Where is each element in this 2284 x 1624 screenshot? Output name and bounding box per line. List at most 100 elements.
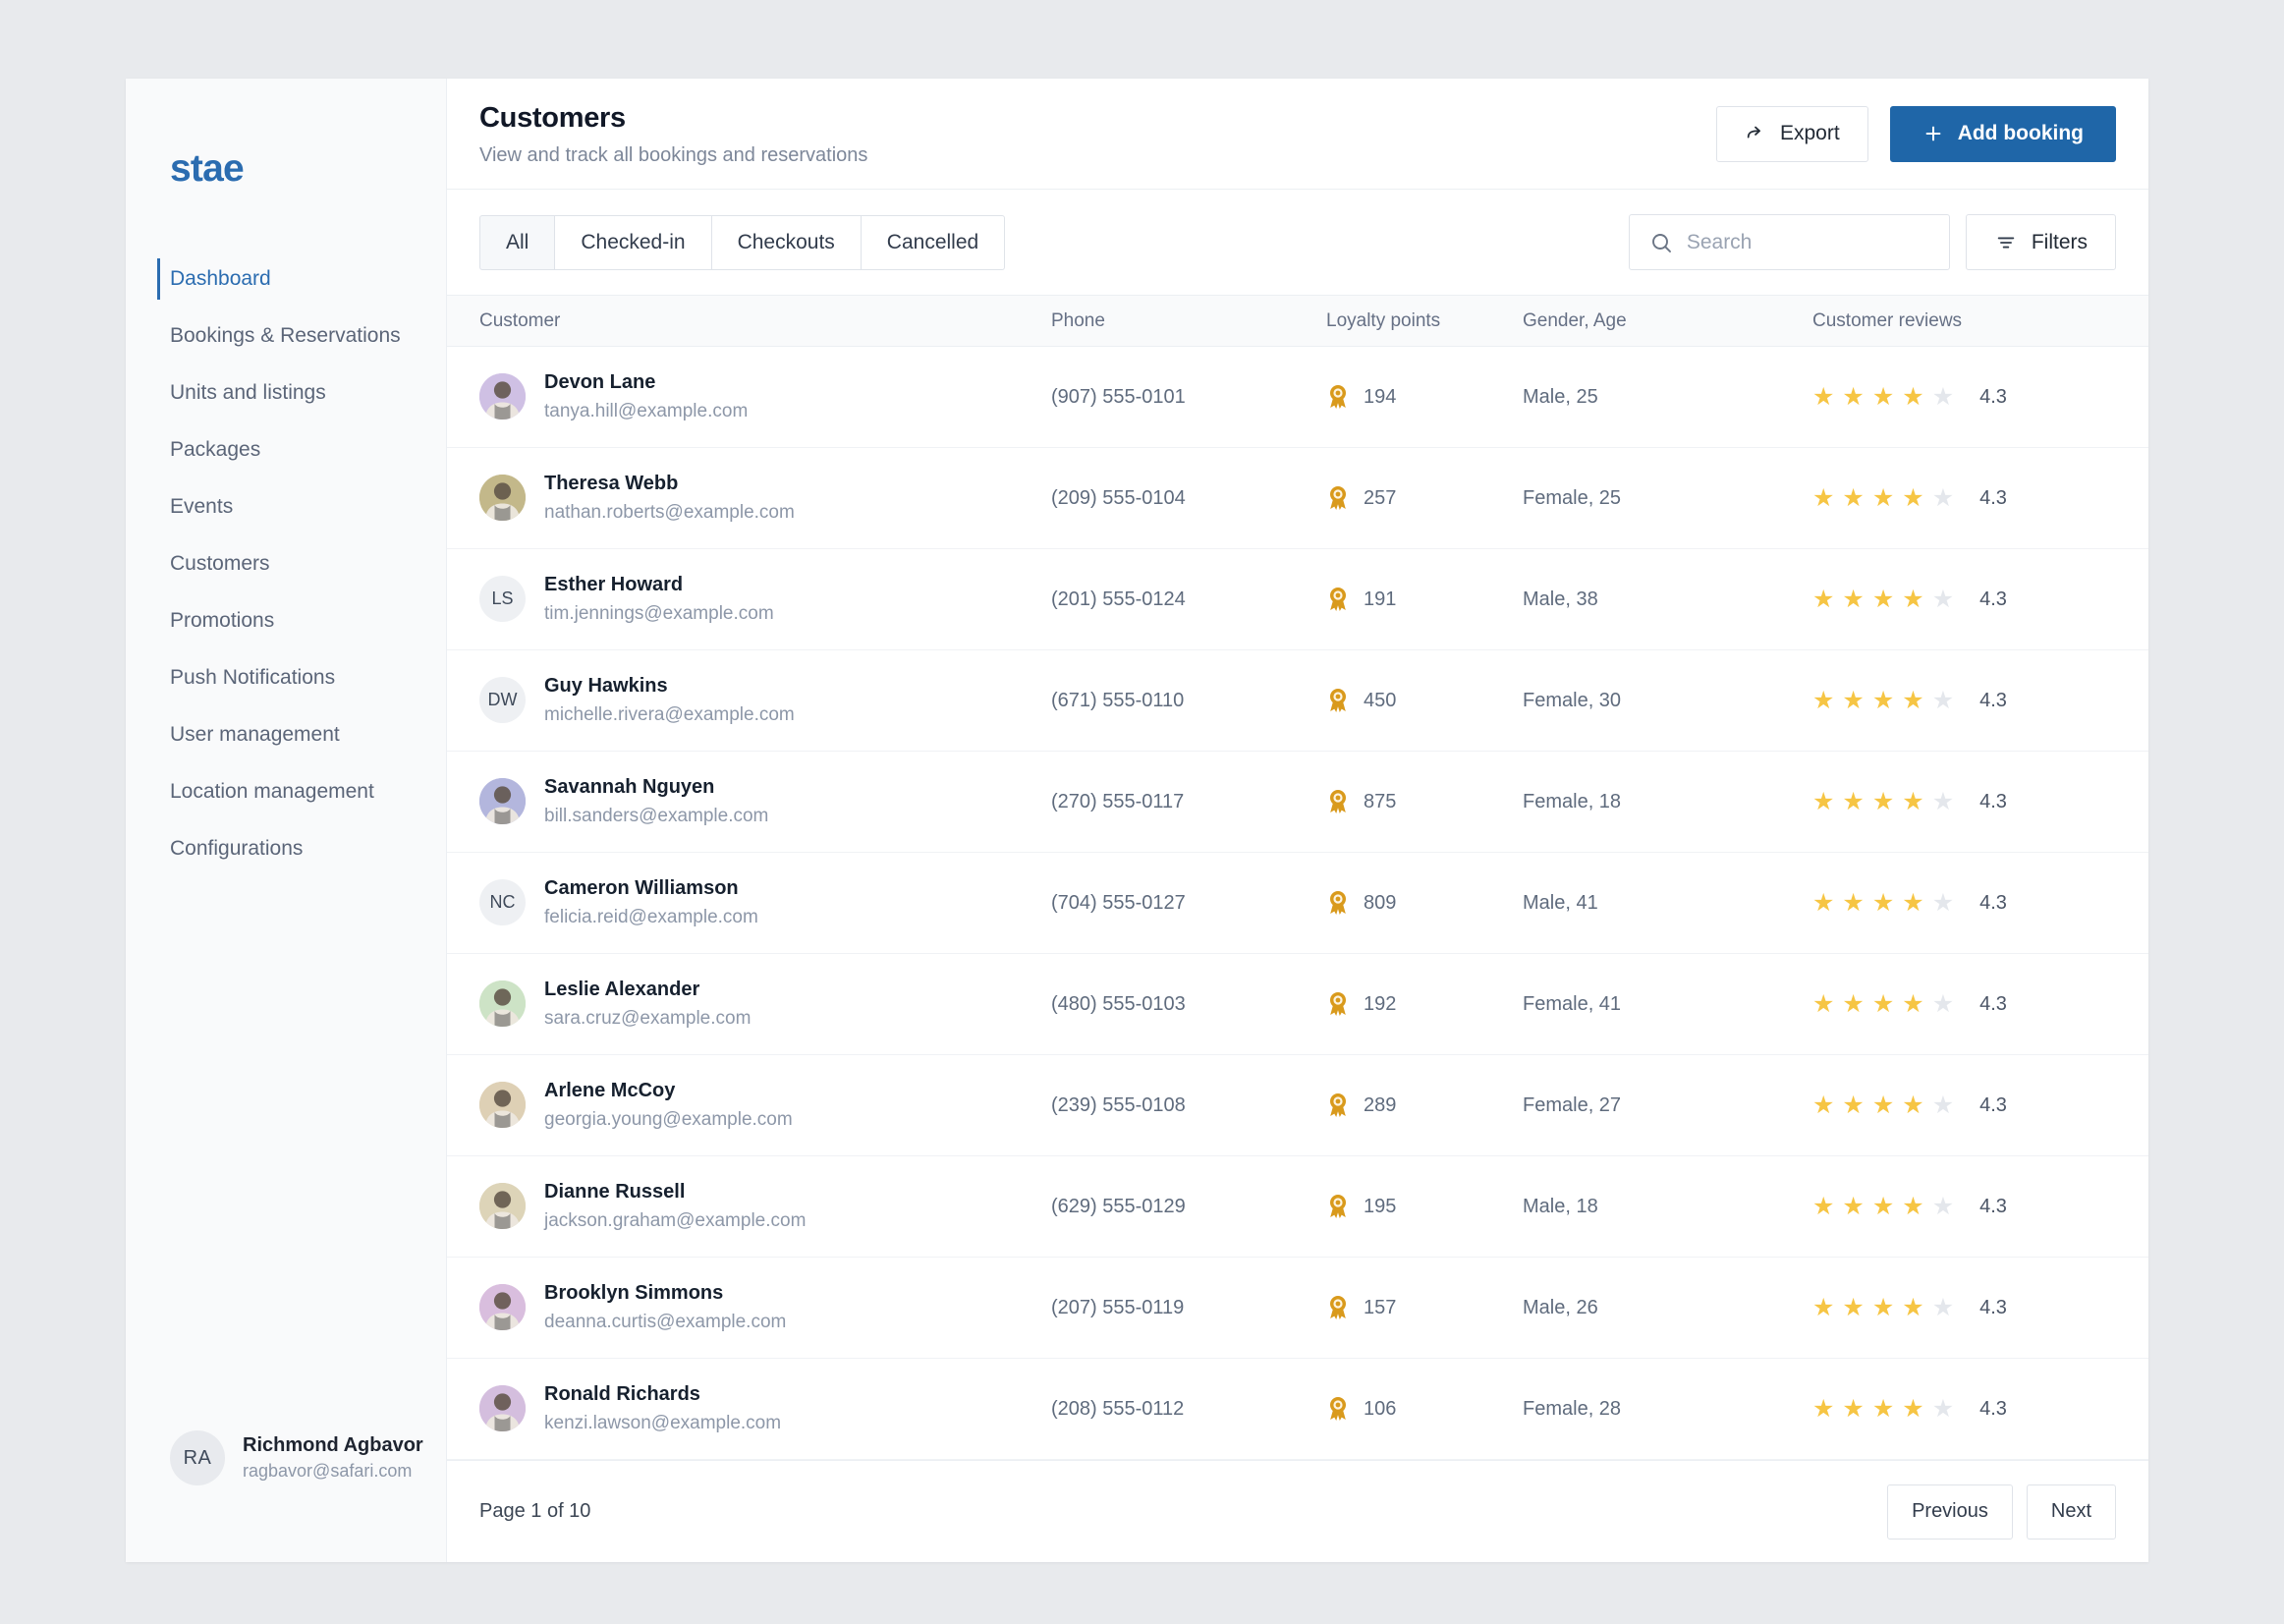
award-medal-icon xyxy=(1326,587,1350,612)
sidebar-item-location-management[interactable]: Location management xyxy=(126,763,446,820)
award-medal-icon xyxy=(1326,789,1350,814)
customer-name: Guy Hawkins xyxy=(544,675,668,698)
table-row[interactable]: LS Esther Howard tim.jennings@example.com (… xyxy=(447,549,2148,650)
star-filled-icon: ★ xyxy=(1871,787,1895,815)
customer-email: felicia.reid@example.com xyxy=(544,907,758,928)
star-filled-icon: ★ xyxy=(1871,585,1895,613)
star-filled-icon: ★ xyxy=(1902,483,1924,512)
column-header-loyalty[interactable]: Loyalty points xyxy=(1326,310,1523,332)
star-filled-icon: ★ xyxy=(1812,1091,1835,1119)
tab-all[interactable]: All xyxy=(479,214,556,270)
next-page-button[interactable]: Next xyxy=(2026,1484,2116,1540)
search-box[interactable] xyxy=(1628,214,1950,270)
sidebar-item-label: Promotions xyxy=(170,609,275,632)
award-medal-icon xyxy=(1326,384,1350,410)
user-profile[interactable]: RA Richmond Agbavor ragbavor@safari.com xyxy=(170,1430,423,1485)
customer-identity: Devon Lane tanya.hill@example.com xyxy=(544,369,748,424)
tab-checkouts[interactable]: Checkouts xyxy=(711,214,862,270)
table-row[interactable]: Brooklyn Simmons deanna.curtis@example.co… xyxy=(447,1258,2148,1359)
sidebar-item-label: Events xyxy=(170,495,234,518)
cell-customer: Arlene McCoy georgia.young@example.com xyxy=(447,1078,1051,1133)
add-booking-button[interactable]: Add booking xyxy=(1889,105,2116,162)
table-row[interactable]: NC Cameron Williamson felicia.reid@example… xyxy=(447,853,2148,954)
star-empty-icon: ★ xyxy=(1931,686,1955,714)
table-row[interactable]: Dianne Russell jackson.graham@example.com… xyxy=(447,1156,2148,1258)
brand-logo[interactable]: stae xyxy=(170,147,245,191)
cell-loyalty-points: 106 xyxy=(1326,1396,1523,1422)
cell-phone: (907) 555-0101 xyxy=(1051,385,1186,408)
star-filled-icon: ★ xyxy=(1812,1192,1835,1220)
column-header-customer[interactable]: Customer xyxy=(447,310,1051,332)
award-medal-icon xyxy=(1326,485,1350,511)
sidebar: stae Dashboard Bookings & Reservations Uni… xyxy=(126,79,447,1562)
sidebar-item-dashboard[interactable]: Dashboard xyxy=(126,251,446,308)
customer-name: Dianne Russell xyxy=(544,1181,686,1204)
customer-email: nathan.roberts@example.com xyxy=(544,502,795,524)
customer-email: sara.cruz@example.com xyxy=(544,1008,752,1030)
sidebar-item-label: User management xyxy=(170,723,340,746)
filters-button[interactable]: Filters xyxy=(1965,214,2116,270)
sidebar-item-units-and-listings[interactable]: Units and listings xyxy=(126,364,446,421)
cell-customer: Devon Lane tanya.hill@example.com xyxy=(447,369,1051,424)
loyalty-points-value: 195 xyxy=(1364,1195,1397,1217)
table-row[interactable]: Theresa Webb nathan.roberts@example.com (2… xyxy=(447,448,2148,549)
sidebar-item-configurations[interactable]: Configurations xyxy=(126,820,446,877)
cell-customer: Brooklyn Simmons deanna.curtis@example.co… xyxy=(447,1280,1051,1335)
table-row[interactable]: Arlene McCoy georgia.young@example.com (23… xyxy=(447,1055,2148,1156)
star-filled-icon: ★ xyxy=(1842,686,1865,714)
star-filled-icon: ★ xyxy=(1871,483,1895,512)
table-row[interactable]: DW Guy Hawkins michelle.rivera@example.com… xyxy=(447,650,2148,752)
customer-email: deanna.curtis@example.com xyxy=(544,1312,787,1333)
star-empty-icon: ★ xyxy=(1931,483,1955,512)
star-filled-icon: ★ xyxy=(1871,989,1895,1018)
table-row[interactable]: Ronald Richards kenzi.lawson@example.com (… xyxy=(447,1359,2148,1460)
loyalty-points-value: 450 xyxy=(1364,689,1397,711)
table-toolbar: All Checked-in Checkouts Cancelled Searc… xyxy=(447,190,2148,296)
cell-gender-age: Male, 41 xyxy=(1523,891,1598,914)
star-filled-icon: ★ xyxy=(1842,787,1865,815)
sidebar-item-promotions[interactable]: Promotions xyxy=(126,592,446,649)
table-row[interactable]: Savannah Nguyen bill.sanders@example.com (… xyxy=(447,752,2148,853)
cell-customer-reviews: ★ ★ ★ ★ ★ 4.3 xyxy=(1812,686,2148,714)
previous-page-button[interactable]: Previous xyxy=(1887,1484,2013,1540)
sidebar-item-customers[interactable]: Customers xyxy=(126,535,446,592)
cell-loyalty-points: 875 xyxy=(1326,789,1523,814)
export-button[interactable]: Export xyxy=(1715,105,1868,162)
column-header-gender[interactable]: Gender, Age xyxy=(1523,310,1812,332)
sidebar-item-user-management[interactable]: User management xyxy=(126,706,446,763)
cell-gender-age: Male, 38 xyxy=(1523,588,1598,610)
sidebar-item-events[interactable]: Events xyxy=(126,478,446,535)
award-medal-icon xyxy=(1326,1295,1350,1320)
avatar-photo xyxy=(479,980,526,1028)
customer-identity: Dianne Russell jackson.graham@example.com xyxy=(544,1179,806,1234)
avatar xyxy=(479,475,526,522)
cell-loyalty-points: 257 xyxy=(1326,485,1523,511)
sidebar-item-packages[interactable]: Packages xyxy=(126,421,446,478)
star-filled-icon: ★ xyxy=(1871,1192,1895,1220)
cell-customer-reviews: ★ ★ ★ ★ ★ 4.3 xyxy=(1812,585,2148,613)
rating-value: 4.3 xyxy=(1979,588,2007,610)
column-header-phone[interactable]: Phone xyxy=(1051,310,1326,332)
sidebar-item-push-notifications[interactable]: Push Notifications xyxy=(126,649,446,706)
tab-checked-in[interactable]: Checked-in xyxy=(555,214,712,270)
cell-loyalty-points: 194 xyxy=(1326,384,1523,410)
cell-phone: (201) 555-0124 xyxy=(1051,588,1186,610)
customer-email: tanya.hill@example.com xyxy=(544,401,749,422)
table-row[interactable]: Leslie Alexander sara.cruz@example.com (48… xyxy=(447,954,2148,1055)
star-filled-icon: ★ xyxy=(1842,382,1865,411)
loyalty-points-value: 157 xyxy=(1364,1296,1397,1318)
rating-value: 4.3 xyxy=(1979,689,2007,711)
award-medal-icon xyxy=(1326,991,1350,1017)
customer-name: Ronald Richards xyxy=(544,1383,700,1406)
award-medal-icon xyxy=(1326,1396,1350,1422)
column-header-reviews[interactable]: Customer reviews xyxy=(1812,310,2148,332)
search-input[interactable] xyxy=(1686,230,1929,254)
star-filled-icon: ★ xyxy=(1842,1192,1865,1220)
star-filled-icon: ★ xyxy=(1812,787,1835,815)
customer-email: jackson.graham@example.com xyxy=(544,1210,807,1232)
tab-cancelled[interactable]: Cancelled xyxy=(861,214,1006,270)
star-empty-icon: ★ xyxy=(1931,787,1955,815)
table-row[interactable]: Devon Lane tanya.hill@example.com (907) 55… xyxy=(447,347,2148,448)
sidebar-item-bookings-reservations[interactable]: Bookings & Reservations xyxy=(126,308,446,364)
cell-customer: NC Cameron Williamson felicia.reid@example… xyxy=(447,875,1051,930)
